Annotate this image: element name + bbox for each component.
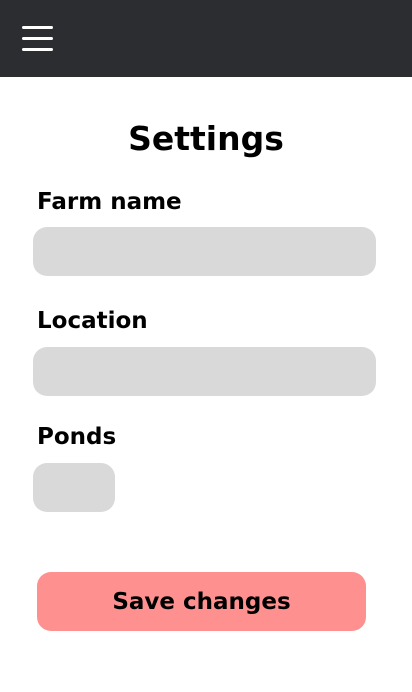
farm-name-label: Farm name <box>37 189 182 215</box>
location-input[interactable] <box>33 347 376 396</box>
page-title: Settings <box>128 119 284 158</box>
save-changes-button[interactable]: Save changes <box>37 572 366 631</box>
menu-icon-line <box>22 48 53 51</box>
menu-icon-line <box>22 37 53 40</box>
farm-name-input[interactable] <box>33 227 376 276</box>
ponds-input[interactable] <box>33 463 115 512</box>
ponds-label: Ponds <box>37 424 117 450</box>
hamburger-menu-icon[interactable] <box>22 25 54 52</box>
top-app-bar <box>0 0 412 77</box>
location-label: Location <box>37 308 148 334</box>
menu-icon-line <box>22 26 53 29</box>
